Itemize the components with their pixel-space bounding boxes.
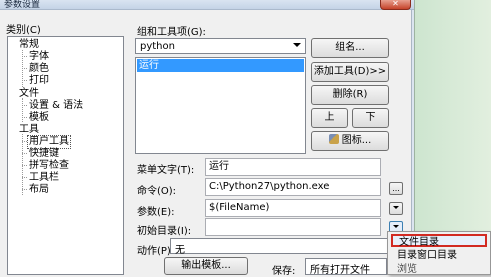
category-tree[interactable]: 常规 字体 颜色 打印 文件 设置 & 语法 模板 工具 用户工具 快捷键 拼写… [7, 36, 124, 275]
tree-item-user-tools[interactable]: 用户工具 [27, 135, 71, 149]
params-field[interactable]: $(FileName) [205, 199, 381, 217]
initdir-dropdown-menu: 文件目录 目录窗口目录 浏览 [387, 231, 491, 275]
initdir-field[interactable] [205, 218, 381, 236]
tree-item-toolbar[interactable]: 工具栏 [28, 172, 60, 184]
tree-item-general[interactable]: 常规 [18, 39, 40, 51]
tree-item-print[interactable]: 打印 [28, 75, 50, 87]
menu-item-browse[interactable]: 浏览 [391, 263, 487, 276]
action-select[interactable]: 无 [170, 238, 388, 256]
tree-item-template[interactable]: 模板 [28, 112, 50, 124]
add-tool-button[interactable]: 添加工具(D)>> [311, 62, 389, 82]
move-down-button[interactable]: 下 [352, 108, 389, 128]
tree-item-settings-syntax[interactable]: 设置 & 语法 [28, 100, 84, 112]
chevron-down-icon [393, 206, 399, 209]
chevron-down-icon [293, 43, 301, 47]
params-dropdown-button[interactable] [389, 202, 403, 215]
save-select[interactable]: 所有打开文件 [305, 258, 387, 276]
wrench-icon [328, 134, 339, 144]
close-icon: ✕ [392, 0, 399, 8]
group-select[interactable]: python [135, 38, 306, 54]
title-bar: 参数设置 [0, 0, 414, 10]
category-label: 类别(C) [6, 25, 41, 36]
move-up-button[interactable]: 上 [311, 108, 348, 128]
chevron-down-icon [393, 225, 399, 228]
action-label: 动作(P): [137, 246, 175, 257]
save-select-value: 所有打开文件 [310, 265, 370, 276]
menu-item-file-dir[interactable]: 文件目录 [391, 234, 487, 248]
window-title: 参数设置 [4, 0, 41, 10]
icon-button[interactable]: 图标... [311, 131, 389, 151]
initdir-label: 初始目录(I): [137, 226, 192, 237]
group-name-button[interactable]: 组名... [311, 38, 389, 58]
command-field[interactable]: C:\Python27\python.exe [205, 178, 381, 196]
params-label: 参数(E): [137, 207, 175, 218]
tool-list-item[interactable]: 运行 [137, 59, 304, 72]
delete-button[interactable]: 删除(R) [311, 85, 389, 105]
output-template-button[interactable]: 输出模板... [164, 257, 248, 275]
menu-item-dir-window-dir[interactable]: 目录窗口目录 [391, 249, 487, 262]
action-select-value: 无 [175, 245, 185, 256]
close-button[interactable]: ✕ [380, 0, 411, 10]
tree-item-shortcuts[interactable]: 快捷键 [28, 148, 60, 160]
group-tools-label: 组和工具项(G): [137, 27, 206, 38]
command-label: 命令(O): [137, 186, 177, 197]
icon-button-label: 图标... [341, 135, 372, 146]
browse-command-button[interactable]: ... [389, 182, 403, 195]
menu-text-field[interactable]: 运行 [205, 158, 381, 176]
menu-text-label: 菜单文字(T): [137, 165, 195, 176]
tool-list[interactable]: 运行 [135, 57, 306, 154]
tree-item-font[interactable]: 字体 [28, 51, 50, 63]
tree-item-file[interactable]: 文件 [18, 88, 40, 100]
tree-item-layout[interactable]: 布局 [28, 184, 50, 196]
tree-item-color[interactable]: 颜色 [28, 63, 50, 75]
group-select-value: python [140, 41, 175, 52]
tree-item-spellcheck[interactable]: 拼写检查 [28, 160, 70, 172]
